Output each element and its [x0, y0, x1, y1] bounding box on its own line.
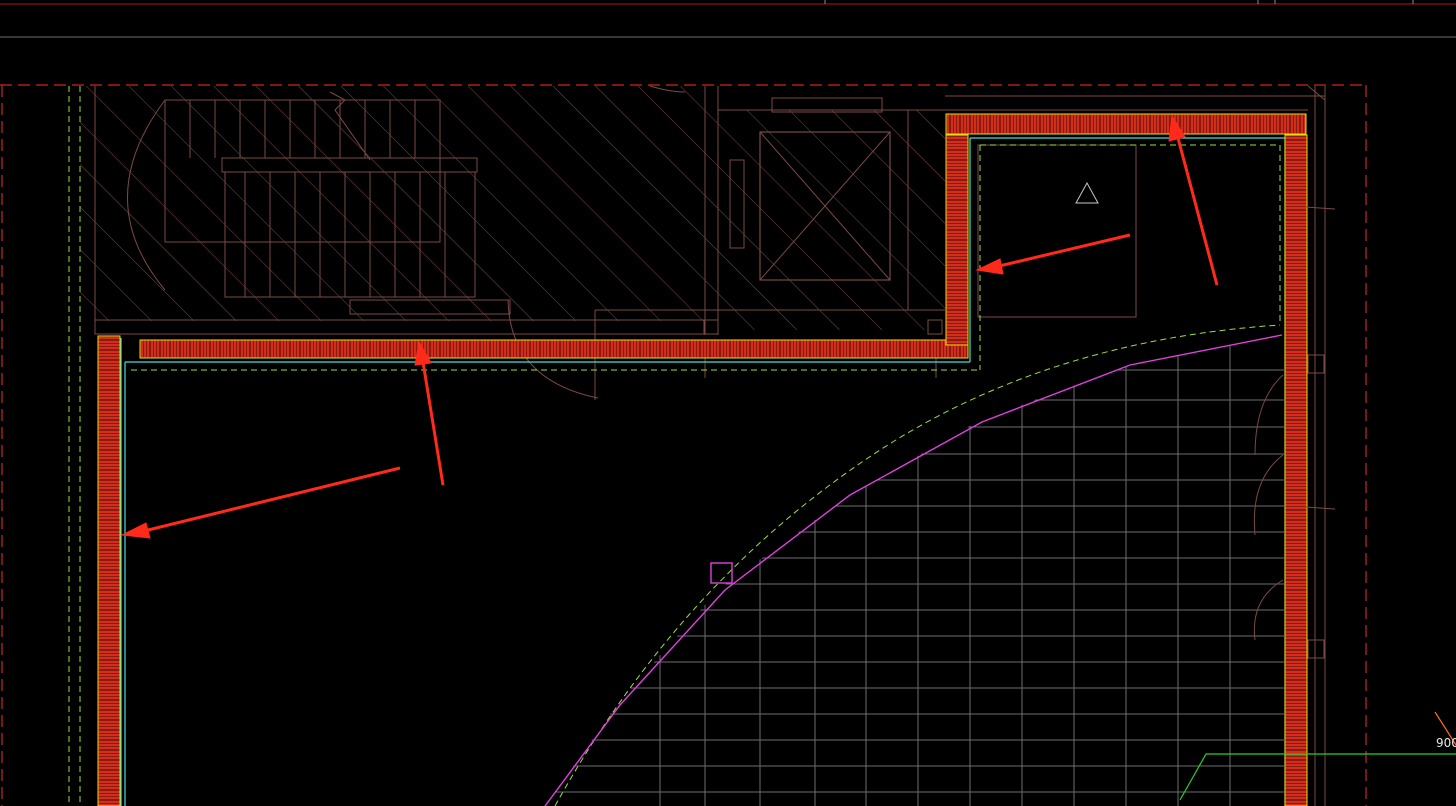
title-frame [0, 0, 1456, 38]
room-outline [945, 85, 1326, 806]
arrow-room-wall [975, 233, 1131, 275]
arrow-south-wall [414, 340, 445, 486]
arrow-left-wall [120, 466, 401, 539]
paving-grid [545, 335, 1285, 806]
cad-drawing-canvas[interactable]: 900 [0, 0, 1456, 806]
dimension-line [1179, 711, 1456, 801]
dimension-value: 900 [1436, 736, 1456, 750]
arrow-top-wall [1168, 114, 1219, 286]
paving-boundary [544, 334, 1283, 806]
